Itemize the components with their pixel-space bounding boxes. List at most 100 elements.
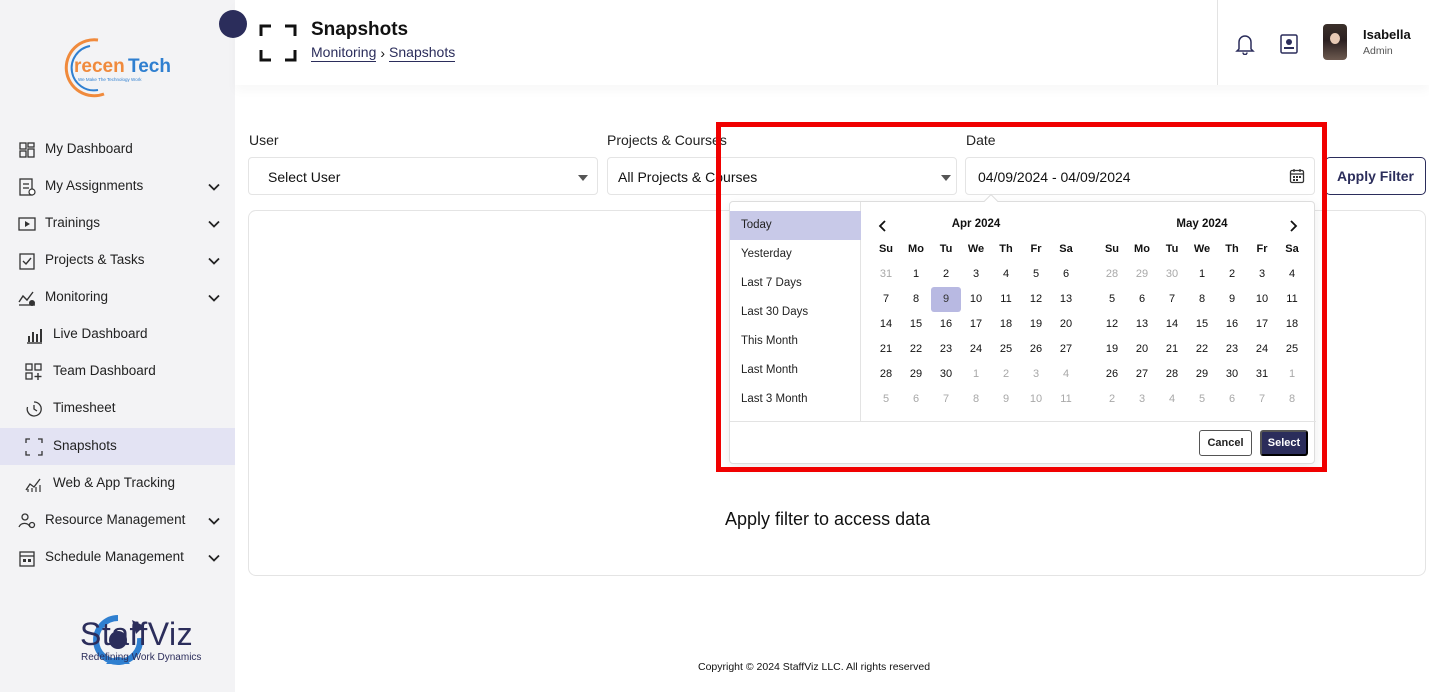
day-cell[interactable]: 31 xyxy=(871,262,901,287)
day-cell[interactable]: 23 xyxy=(931,337,961,362)
select-button[interactable]: Select xyxy=(1260,430,1308,456)
day-cell[interactable]: 29 xyxy=(901,362,931,387)
bell-icon[interactable] xyxy=(1235,33,1255,55)
day-cell[interactable]: 24 xyxy=(961,337,991,362)
range-option[interactable]: Today xyxy=(730,211,861,240)
day-cell[interactable]: 11 xyxy=(1051,387,1081,412)
day-cell[interactable]: 7 xyxy=(931,387,961,412)
range-option[interactable]: Last 30 Days xyxy=(730,298,861,327)
day-cell[interactable]: 7 xyxy=(871,287,901,312)
sidebar-toggle-button[interactable] xyxy=(219,10,247,38)
day-cell[interactable]: 3 xyxy=(1127,387,1157,412)
day-cell[interactable]: 21 xyxy=(1157,337,1187,362)
sidebar-item-team-dashboard[interactable]: Team Dashboard xyxy=(0,353,235,390)
user-name[interactable]: Isabella xyxy=(1363,27,1411,42)
day-cell[interactable]: 8 xyxy=(961,387,991,412)
day-cell[interactable]: 29 xyxy=(1127,262,1157,287)
day-cell[interactable]: 8 xyxy=(1187,287,1217,312)
day-cell[interactable]: 18 xyxy=(1277,312,1307,337)
breadcrumb-monitoring[interactable]: Monitoring xyxy=(311,44,377,62)
day-cell[interactable]: 30 xyxy=(931,362,961,387)
day-cell[interactable]: 1 xyxy=(901,262,931,287)
day-cell[interactable]: 6 xyxy=(1127,287,1157,312)
range-option[interactable]: This Month xyxy=(730,327,861,356)
day-cell[interactable]: 4 xyxy=(1157,387,1187,412)
day-cell[interactable]: 2 xyxy=(1217,262,1247,287)
day-cell[interactable]: 6 xyxy=(1051,262,1081,287)
day-cell[interactable]: 14 xyxy=(1157,312,1187,337)
day-cell[interactable]: 28 xyxy=(1097,262,1127,287)
sidebar-item-resource-management[interactable]: Resource Management xyxy=(0,502,235,539)
cancel-button[interactable]: Cancel xyxy=(1199,430,1252,456)
day-cell[interactable]: 1 xyxy=(961,362,991,387)
calendar-icon[interactable] xyxy=(1289,168,1305,184)
day-cell[interactable]: 4 xyxy=(991,262,1021,287)
day-cell[interactable]: 17 xyxy=(1247,312,1277,337)
chevron-down-icon[interactable] xyxy=(207,217,221,231)
day-cell[interactable]: 11 xyxy=(1277,287,1307,312)
day-cell[interactable]: 15 xyxy=(1187,312,1217,337)
day-cell[interactable]: 10 xyxy=(1021,387,1051,412)
day-cell[interactable]: 27 xyxy=(1051,337,1081,362)
day-cell[interactable]: 1 xyxy=(1187,262,1217,287)
sidebar-item-live-dashboard[interactable]: Live Dashboard xyxy=(0,316,235,353)
day-cell[interactable]: 4 xyxy=(1051,362,1081,387)
sidebar-item-my-dashboard[interactable]: My Dashboard xyxy=(0,131,235,168)
day-cell[interactable]: 2 xyxy=(1097,387,1127,412)
day-cell[interactable]: 25 xyxy=(1277,337,1307,362)
day-cell[interactable]: 2 xyxy=(991,362,1021,387)
sidebar-item-timesheet[interactable]: Timesheet xyxy=(0,390,235,427)
day-cell[interactable]: 21 xyxy=(871,337,901,362)
day-cell[interactable]: 10 xyxy=(1247,287,1277,312)
sidebar-item-monitoring[interactable]: Monitoring xyxy=(0,279,235,316)
day-cell[interactable]: 18 xyxy=(991,312,1021,337)
day-cell[interactable]: 28 xyxy=(871,362,901,387)
apply-filter-button[interactable]: Apply Filter xyxy=(1325,157,1426,195)
sidebar-item-projects-and-tasks[interactable]: Projects & Tasks xyxy=(0,242,235,279)
day-cell[interactable]: 16 xyxy=(1217,312,1247,337)
sidebar-item-schedule-management[interactable]: Schedule Management xyxy=(0,539,235,576)
day-cell[interactable]: 14 xyxy=(871,312,901,337)
day-cell[interactable]: 5 xyxy=(1021,262,1051,287)
day-cell[interactable]: 5 xyxy=(871,387,901,412)
day-cell[interactable]: 5 xyxy=(1097,287,1127,312)
day-cell[interactable]: 10 xyxy=(961,287,991,312)
chevron-down-icon[interactable] xyxy=(207,291,221,305)
range-option[interactable]: Last 7 Days xyxy=(730,269,861,298)
day-cell[interactable]: 3 xyxy=(1247,262,1277,287)
day-cell[interactable]: 27 xyxy=(1127,362,1157,387)
chevron-down-icon[interactable] xyxy=(207,180,221,194)
day-cell[interactable]: 23 xyxy=(1217,337,1247,362)
day-cell[interactable]: 30 xyxy=(1157,262,1187,287)
day-cell[interactable]: 19 xyxy=(1097,337,1127,362)
recentech-logo[interactable]: recen Tech We Make The Technology Work xyxy=(60,34,180,98)
day-cell[interactable]: 26 xyxy=(1097,362,1127,387)
day-cell[interactable]: 19 xyxy=(1021,312,1051,337)
day-cell[interactable]: 13 xyxy=(1051,287,1081,312)
day-cell[interactable]: 3 xyxy=(1021,362,1051,387)
day-cell[interactable]: 20 xyxy=(1051,312,1081,337)
day-cell[interactable]: 9 xyxy=(991,387,1021,412)
sidebar-item-snapshots[interactable]: Snapshots xyxy=(0,428,235,465)
day-cell[interactable]: 11 xyxy=(991,287,1021,312)
ledger-icon[interactable] xyxy=(1279,33,1299,55)
day-cell[interactable]: 30 xyxy=(1217,362,1247,387)
selected-day-cell[interactable]: 9 xyxy=(931,287,961,312)
day-cell[interactable]: 7 xyxy=(1247,387,1277,412)
day-cell[interactable]: 12 xyxy=(1021,287,1051,312)
chevron-down-icon[interactable] xyxy=(207,514,221,528)
day-cell[interactable]: 25 xyxy=(991,337,1021,362)
day-cell[interactable]: 6 xyxy=(901,387,931,412)
range-option[interactable]: Yesterday xyxy=(730,240,861,269)
avatar[interactable] xyxy=(1323,24,1347,60)
day-cell[interactable]: 12 xyxy=(1097,312,1127,337)
sidebar-item-trainings[interactable]: Trainings xyxy=(0,205,235,242)
day-cell[interactable]: 28 xyxy=(1157,362,1187,387)
day-cell[interactable]: 9 xyxy=(1217,287,1247,312)
projects-select[interactable]: All Projects & Courses xyxy=(607,157,957,195)
day-cell[interactable]: 8 xyxy=(901,287,931,312)
sidebar-item-web-and-app-tracking[interactable]: Web & App Tracking xyxy=(0,465,235,502)
day-cell[interactable]: 16 xyxy=(931,312,961,337)
chevron-down-icon[interactable] xyxy=(207,551,221,565)
day-cell[interactable]: 26 xyxy=(1021,337,1051,362)
